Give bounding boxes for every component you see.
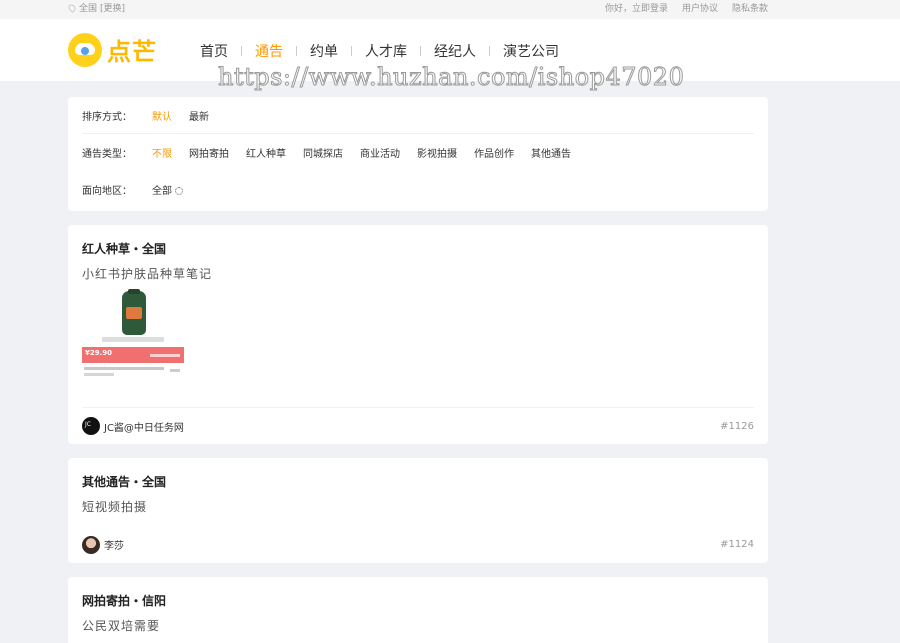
- post-title[interactable]: 网拍寄拍・信阳: [82, 592, 166, 609]
- post-author[interactable]: 李莎: [104, 537, 124, 552]
- avatar[interactable]: [82, 535, 100, 554]
- product-bottle-image: [122, 289, 146, 335]
- post-title[interactable]: 红人种草・全国: [82, 240, 166, 257]
- post-footer: 李莎 #1124: [82, 526, 754, 563]
- post-number: #1126: [720, 420, 754, 432]
- post-number: #1124: [720, 539, 754, 550]
- ufo-logo-icon: [68, 32, 102, 67]
- announcement-card[interactable]: 红人种草・全国 小红书护肤品种草笔记 ¥29.90 JC酱@中日任务网 #112…: [68, 225, 768, 444]
- sort-option-default[interactable]: 默认: [152, 108, 172, 123]
- type-option-commercial[interactable]: 商业活动: [360, 145, 400, 160]
- sort-label: 排序方式：: [82, 111, 132, 123]
- announcement-card[interactable]: 其他通告・全国 短视频拍摄 李莎 #1124: [68, 458, 768, 563]
- nav-item-home[interactable]: 首页: [200, 41, 241, 61]
- post-author[interactable]: JC酱@中日任务网: [104, 419, 184, 434]
- avatar[interactable]: [82, 417, 100, 435]
- location-switcher[interactable]: 全国 [更换]: [67, 1, 125, 14]
- post-description: 小红书护肤品种草笔记: [82, 267, 213, 281]
- thumbnail-text-line: [84, 373, 114, 376]
- location-label: 全国: [79, 4, 98, 14]
- user-agreement-link[interactable]: 用户协议: [682, 1, 718, 14]
- post-description: 公民双培需要: [82, 619, 161, 633]
- nav-item-agents[interactable]: 经纪人: [421, 41, 489, 61]
- thumbnail-text-line: [170, 369, 180, 372]
- thumbnail-text-line: [84, 367, 164, 370]
- post-description: 短视频拍摄: [82, 500, 148, 514]
- logo[interactable]: 点芒: [68, 32, 157, 67]
- post-footer: JC酱@中日任务网 #1126: [82, 407, 754, 444]
- type-option-all[interactable]: 不限: [152, 145, 172, 160]
- nav-item-talent[interactable]: 人才库: [352, 41, 420, 61]
- sort-row: 排序方式： 默认 最新: [82, 97, 754, 134]
- thumbnail-price: ¥29.90: [85, 349, 113, 357]
- announcement-card[interactable]: 网拍寄拍・信阳 公民双培需要: [68, 577, 768, 643]
- nav-item-companies[interactable]: 演艺公司: [490, 41, 572, 61]
- region-value: 全部: [152, 186, 172, 197]
- price-band: ¥29.90: [82, 347, 184, 363]
- logo-text: 点芒: [107, 38, 157, 66]
- type-row: 通告类型： 不限 网拍寄拍 红人种草 同城探店 商业活动 影视拍摄 作品创作 其…: [82, 134, 754, 171]
- type-option-film[interactable]: 影视拍摄: [417, 145, 457, 160]
- switch-location-link[interactable]: [更换]: [100, 1, 125, 14]
- nav-item-orders[interactable]: 约单: [297, 41, 351, 61]
- main-nav: 首页 通告 约单 人才库 经纪人 演艺公司: [200, 41, 572, 61]
- thumbnail-caption: [102, 337, 164, 342]
- refresh-icon: [175, 187, 183, 195]
- sort-option-latest[interactable]: 最新: [189, 108, 209, 123]
- watermark: https://www.huzhan.com/ishop47020: [217, 63, 685, 92]
- top-bar: 全国 [更换] 你好，立即登录 用户协议 隐私条款: [0, 0, 900, 19]
- region-row: 面向地区： 全部: [82, 171, 754, 208]
- post-title[interactable]: 其他通告・全国: [82, 473, 166, 490]
- thumbnail-band-line: [150, 354, 180, 357]
- type-label: 通告类型：: [82, 149, 132, 160]
- filter-panel: 排序方式： 默认 最新 通告类型： 不限 网拍寄拍 红人种草 同城探店 商业活动…: [68, 97, 768, 211]
- region-selector[interactable]: 全部: [152, 182, 183, 197]
- post-thumbnail[interactable]: ¥29.90: [82, 289, 184, 385]
- privacy-link[interactable]: 隐私条款: [732, 1, 768, 14]
- type-option-influencer[interactable]: 红人种草: [246, 145, 286, 160]
- type-option-other[interactable]: 其他通告: [531, 145, 571, 160]
- region-label: 面向地区：: [82, 186, 132, 197]
- nav-item-announcements[interactable]: 通告: [242, 41, 296, 61]
- type-option-online-shoot[interactable]: 网拍寄拍: [189, 145, 229, 160]
- type-option-local-visit[interactable]: 同城探店: [303, 145, 343, 160]
- login-link[interactable]: 你好，立即登录: [605, 1, 668, 14]
- location-pin-icon: [67, 2, 77, 13]
- type-option-creation[interactable]: 作品创作: [474, 145, 514, 160]
